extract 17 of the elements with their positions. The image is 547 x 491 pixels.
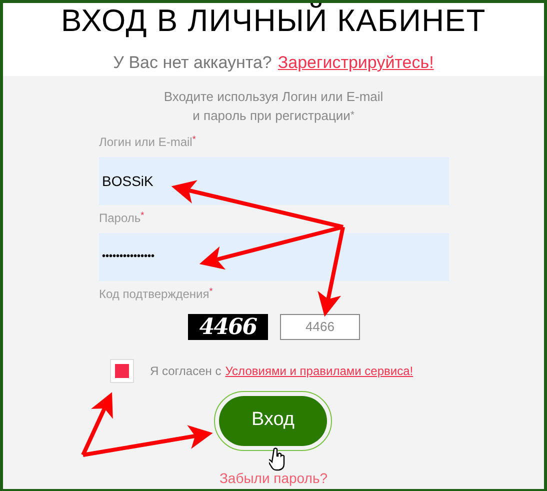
page-title: ВХОД В ЛИЧНЫЙ КАБИНЕТ xyxy=(61,4,486,38)
field-label: Код подтверждения* xyxy=(99,284,214,302)
login-input-field[interactable]: BOSSiK xyxy=(99,156,449,204)
captcha-input-field[interactable]: 4466 xyxy=(280,314,360,340)
hand-cursor-icon xyxy=(269,447,287,471)
password-input-field[interactable]: ••••••••••••••• xyxy=(99,232,449,280)
login-instructions: Входите используя Логин или E-mail и пароль при регистрации* xyxy=(162,88,384,124)
login-button[interactable]: Вход xyxy=(219,396,327,446)
field-label: Логин или E-mail* xyxy=(99,132,197,148)
signup-prompt: У Вас нет аккаунта? xyxy=(113,52,272,74)
agree-text: Я согласен с xyxy=(150,362,222,380)
forgot-password-link[interactable]: Забыли пароль? xyxy=(219,468,328,488)
register-link[interactable]: Зарегистрируйтесь! xyxy=(278,50,434,76)
field-label: Пароль* xyxy=(99,208,146,224)
agree-checkbox[interactable] xyxy=(110,358,134,382)
terms-link[interactable]: Условиями и правилами сервиса! xyxy=(225,362,414,380)
captcha-image: 4466 xyxy=(188,314,268,340)
